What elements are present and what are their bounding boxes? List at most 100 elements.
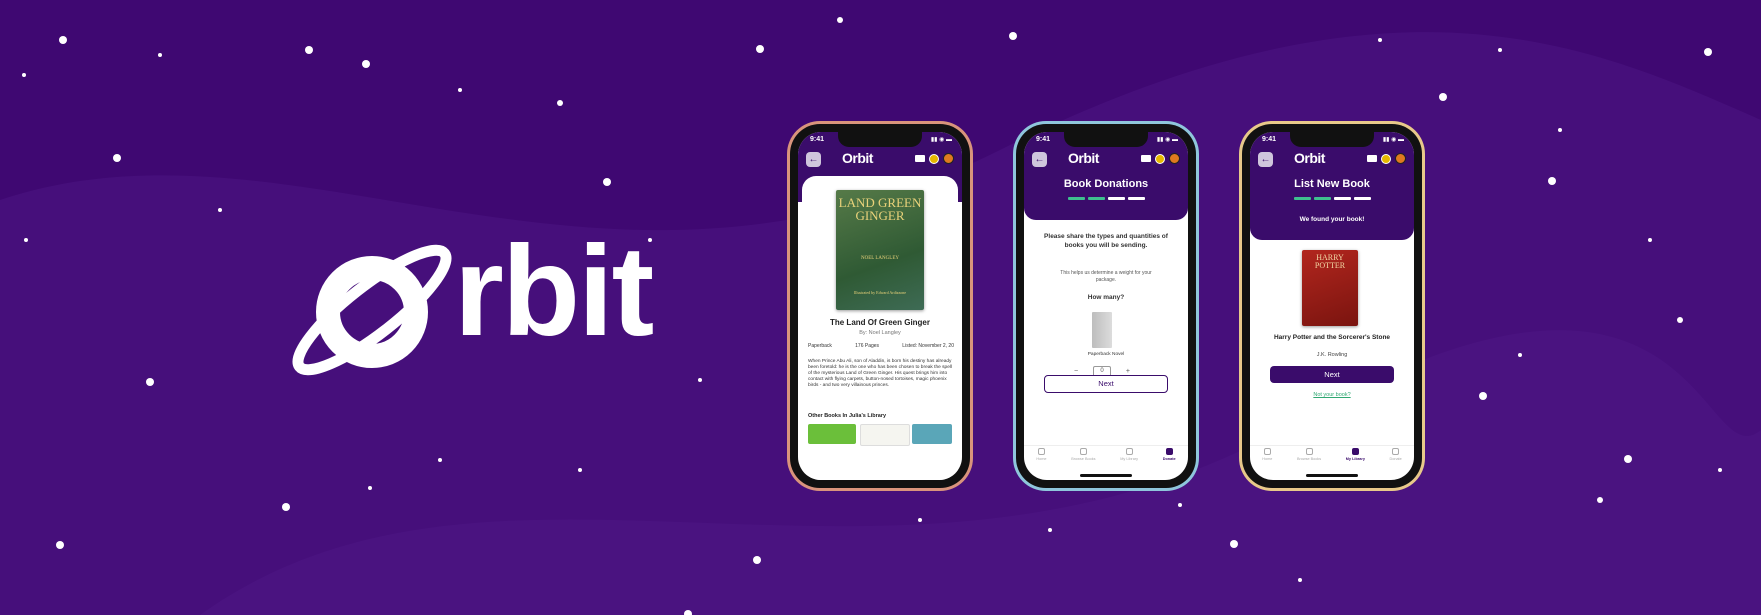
star bbox=[1479, 392, 1487, 400]
star bbox=[1009, 32, 1017, 40]
next-button[interactable]: Next bbox=[1044, 375, 1168, 393]
cover-title: LAND GREEN GINGER bbox=[838, 195, 922, 223]
star bbox=[1178, 503, 1182, 507]
star bbox=[1298, 578, 1302, 582]
back-button[interactable]: ← bbox=[1258, 152, 1273, 167]
coin-icon[interactable] bbox=[1155, 153, 1165, 164]
page-title: Book Donations bbox=[1063, 178, 1149, 190]
star bbox=[1558, 128, 1562, 132]
progress-step bbox=[1293, 197, 1311, 200]
status-time: 9:41 bbox=[1262, 136, 1277, 143]
book-cover-image: HARRY POTTER bbox=[1302, 250, 1358, 326]
tab-label: Donate bbox=[1389, 457, 1402, 461]
tab-browse-books[interactable]: Browse Books bbox=[1297, 448, 1321, 470]
star bbox=[368, 486, 372, 490]
other-book-thumbnail[interactable] bbox=[912, 424, 952, 444]
star bbox=[282, 503, 290, 511]
tab-label: Browse Books bbox=[1296, 457, 1322, 461]
back-button[interactable]: ← bbox=[806, 152, 821, 167]
home-icon bbox=[1263, 448, 1271, 455]
app-logo: Orbit bbox=[1294, 150, 1325, 166]
star bbox=[1677, 317, 1683, 323]
search-icon bbox=[1305, 448, 1313, 455]
step-progress bbox=[1024, 197, 1188, 200]
star bbox=[753, 556, 761, 564]
star bbox=[458, 88, 462, 92]
app-logo: Orbit bbox=[1068, 150, 1099, 166]
progress-step bbox=[1067, 197, 1085, 200]
other-book-thumbnail[interactable] bbox=[808, 424, 856, 444]
home-icon bbox=[1037, 448, 1045, 455]
tab-home[interactable]: Home bbox=[1262, 448, 1272, 470]
star bbox=[1518, 353, 1522, 357]
star bbox=[837, 17, 843, 23]
star bbox=[218, 208, 222, 212]
tab-donate[interactable]: Donate bbox=[1163, 448, 1176, 470]
star bbox=[56, 541, 64, 549]
planet-avatar-icon[interactable] bbox=[943, 153, 954, 164]
book-author: By: Noel Langley bbox=[859, 330, 901, 336]
tab-browse-books[interactable]: Browse Books bbox=[1071, 448, 1096, 470]
not-your-book-link[interactable]: Not your book? bbox=[1250, 392, 1414, 398]
app-header: 9:41 ▮▮ ◉ ▬ ← Orbit List New Book We fou… bbox=[1250, 132, 1414, 240]
logo-wordmark: rbit bbox=[454, 220, 654, 363]
star bbox=[22, 73, 26, 77]
star bbox=[113, 154, 121, 162]
mail-icon[interactable] bbox=[915, 155, 925, 162]
book-title: Harry Potter and the Sorcerer's Stone bbox=[1273, 334, 1391, 341]
step-progress bbox=[1250, 197, 1414, 200]
progress-step bbox=[1353, 197, 1371, 200]
star bbox=[1624, 455, 1632, 463]
star bbox=[578, 468, 582, 472]
star bbox=[158, 53, 162, 57]
tab-donate[interactable]: Donate bbox=[1389, 448, 1402, 470]
book-detail-card: LAND GREEN GINGER NOEL LANGLEY Illustrat… bbox=[802, 176, 958, 480]
tab-home[interactable]: Home bbox=[1036, 448, 1047, 470]
phone-list-new-book: 9:41 ▮▮ ◉ ▬ ← Orbit List New Book We fou… bbox=[1242, 124, 1422, 488]
book-cover-image: LAND GREEN GINGER NOEL LANGLEY Illustrat… bbox=[836, 190, 924, 310]
status-time: 9:41 bbox=[810, 136, 825, 143]
progress-step bbox=[1127, 197, 1145, 200]
tab-my-library[interactable]: My Library bbox=[1346, 448, 1365, 470]
cover-author: NOEL LANGLEY bbox=[860, 256, 899, 261]
mail-icon[interactable] bbox=[1141, 155, 1151, 162]
planet-avatar-icon[interactable] bbox=[1395, 153, 1406, 164]
book-format: Paperback bbox=[808, 343, 832, 349]
tab-bar: Home Browse Books My Library Donate bbox=[1024, 445, 1188, 470]
next-button[interactable]: Next bbox=[1270, 366, 1394, 383]
star bbox=[918, 518, 922, 522]
library-icon bbox=[1351, 448, 1359, 455]
library-icon bbox=[1125, 448, 1133, 455]
tab-my-library[interactable]: My Library bbox=[1120, 448, 1138, 470]
planet-avatar-icon[interactable] bbox=[1169, 153, 1180, 164]
decrement-button[interactable]: − bbox=[1074, 368, 1078, 375]
status-icons: ▮▮ ◉ ▬ bbox=[1156, 137, 1178, 143]
star bbox=[146, 378, 154, 386]
tab-label: My Library bbox=[1120, 457, 1138, 461]
book-title: The Land Of Green Ginger bbox=[829, 318, 930, 327]
star bbox=[362, 60, 370, 68]
progress-step bbox=[1087, 197, 1105, 200]
coin-icon[interactable] bbox=[1381, 153, 1391, 164]
cover-title: HARRY POTTER bbox=[1314, 253, 1346, 270]
star bbox=[1648, 238, 1652, 242]
coin-icon[interactable] bbox=[929, 153, 939, 164]
book-meta: Paperback 176 Pages Listed: November 2, … bbox=[808, 343, 954, 349]
other-book-thumbnail[interactable] bbox=[860, 424, 910, 446]
tab-label: Home bbox=[1036, 457, 1047, 461]
donation-intro: Please share the types and quantities of… bbox=[1044, 233, 1168, 249]
star bbox=[1378, 38, 1382, 42]
increment-button[interactable]: + bbox=[1126, 368, 1130, 375]
book-author: J.K. Rowling bbox=[1316, 352, 1348, 358]
star bbox=[305, 46, 313, 54]
progress-step bbox=[1107, 197, 1125, 200]
star bbox=[1048, 528, 1052, 532]
back-button[interactable]: ← bbox=[1032, 152, 1047, 167]
status-time: 9:41 bbox=[1036, 136, 1051, 143]
star bbox=[24, 238, 28, 242]
donate-icon bbox=[1165, 448, 1173, 455]
tab-label: Home bbox=[1262, 457, 1273, 461]
mail-icon[interactable] bbox=[1367, 155, 1377, 162]
home-indicator bbox=[1080, 474, 1132, 477]
tab-label: My Library bbox=[1345, 457, 1365, 461]
